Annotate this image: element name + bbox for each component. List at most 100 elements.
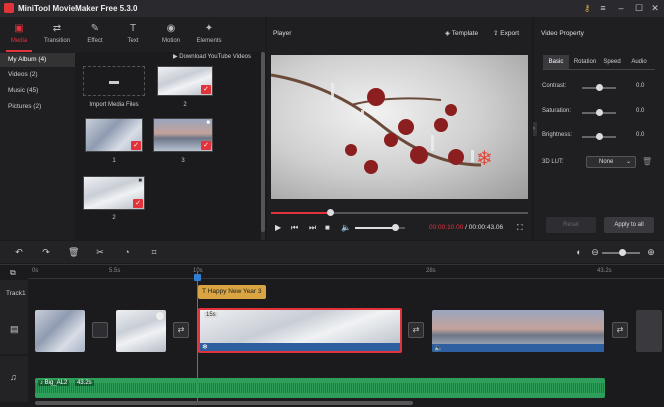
transition-slot[interactable]	[92, 322, 108, 338]
contrast-slider[interactable]	[582, 84, 616, 91]
sidebar-item-music[interactable]: Music (45)	[0, 84, 75, 98]
zoom-out-icon[interactable]: ⊖	[590, 247, 600, 257]
video-clip[interactable]	[35, 310, 85, 352]
playhead-handle[interactable]	[194, 274, 201, 281]
tab-media[interactable]: ▣ Media	[0, 17, 38, 52]
export-button[interactable]: ⇪ Export	[493, 29, 519, 37]
close-button[interactable]: ✕	[648, 2, 662, 15]
video-clip[interactable]: 🔈	[432, 310, 604, 352]
tab-elements[interactable]: ✦ Elements	[190, 17, 228, 52]
redo-icon[interactable]: ↷	[41, 247, 51, 257]
fullscreen-icon[interactable]: ⛶	[517, 223, 523, 233]
template-button[interactable]: ◈ Template	[445, 29, 478, 37]
zoom-in-icon[interactable]: ⊕	[646, 247, 656, 257]
transition-icon[interactable]: ⇄	[408, 322, 424, 338]
video-clip[interactable]	[116, 310, 166, 352]
trash-icon[interactable]: 🗑	[642, 157, 652, 166]
audio-waveform	[35, 383, 605, 393]
saturation-value: 0.0	[636, 108, 645, 114]
lut-select[interactable]: None ⌄	[586, 156, 636, 168]
timeline-ruler[interactable]	[28, 265, 664, 279]
zoom-handle[interactable]	[619, 249, 626, 256]
import-media-button[interactable]: ▬	[83, 66, 145, 96]
lut-label: 3D LUT:	[542, 159, 564, 165]
elements-icon: ✦	[204, 23, 214, 34]
volume-icon[interactable]: 🔈	[341, 223, 351, 232]
media-library: ▶ Download YouTube Videos ▬ Import Media…	[75, 52, 265, 240]
media-thumbnail[interactable]: ✓	[157, 66, 213, 96]
playback-progress-bar[interactable]	[271, 209, 528, 216]
stop-button[interactable]: ■	[325, 223, 330, 232]
brightness-handle[interactable]	[596, 133, 603, 140]
split-icon[interactable]: ✂	[95, 247, 105, 257]
saturation-slider[interactable]	[582, 109, 616, 116]
audio-waveform-icon[interactable]: ◐	[574, 247, 584, 257]
scrollbar-thumb[interactable]	[261, 52, 265, 232]
template-label: Template	[451, 30, 479, 37]
undo-icon[interactable]: ↶	[14, 247, 24, 257]
media-item-label: 2	[183, 102, 187, 108]
tab-text[interactable]: T Text	[114, 17, 152, 52]
download-youtube-button[interactable]: ▶ Download YouTube Videos	[173, 53, 251, 60]
contrast-handle[interactable]	[596, 84, 603, 91]
media-scrollbar[interactable]	[261, 52, 265, 240]
play-button[interactable]: ▶	[275, 223, 281, 232]
delete-icon[interactable]: 🗑	[68, 247, 79, 257]
video-track-header: ▤	[0, 308, 28, 354]
media-sidebar: My Album (4) Videos (2) Music (45) Pictu…	[0, 52, 75, 240]
tab-speed[interactable]: Speed	[600, 55, 624, 69]
minimize-button[interactable]: –	[614, 2, 628, 15]
tab-rotation[interactable]: Rotation	[571, 55, 599, 69]
progress-handle[interactable]	[327, 209, 335, 216]
contrast-value: 0.0	[636, 83, 645, 89]
saturation-label: Saturation:	[542, 108, 572, 114]
video-clip-selected[interactable]: 15s ❄	[198, 308, 402, 353]
media-thumbnail[interactable]: ■ ✓	[83, 176, 145, 210]
clip-audio-strip	[200, 343, 400, 351]
key-icon[interactable]: ⚷	[580, 2, 594, 15]
volume-icon: 🔈	[434, 345, 443, 352]
volume-handle[interactable]	[392, 224, 399, 231]
media-thumbnail[interactable]: ■ ✓	[153, 118, 213, 152]
media-thumbnail[interactable]: ✓	[85, 118, 143, 152]
brightness-slider[interactable]	[582, 133, 616, 140]
sidebar-item-videos[interactable]: Videos (2)	[0, 68, 75, 82]
playhead[interactable]	[197, 272, 198, 402]
sidebar-item-my-album[interactable]: My Album (4)	[0, 53, 75, 67]
app-title: MiniTool MovieMaker Free 5.3.0	[18, 4, 138, 13]
speed-icon[interactable]: ◔	[122, 247, 132, 257]
ruler-tick: 43.2s	[597, 268, 612, 274]
tab-audio[interactable]: Audio	[626, 55, 652, 69]
transition-icon[interactable]: ⇄	[173, 322, 189, 338]
sidebar-item-pictures[interactable]: Pictures (2)	[0, 100, 75, 114]
zoom-slider[interactable]	[602, 249, 640, 256]
tab-effect[interactable]: ✎ Effect	[76, 17, 114, 52]
saturation-handle[interactable]	[596, 109, 603, 116]
video-preview[interactable]: ❄	[271, 55, 528, 199]
add-clip-slot[interactable]	[636, 310, 662, 352]
next-frame-button[interactable]: ⏭	[309, 223, 316, 233]
tab-basic[interactable]: Basic	[543, 55, 569, 69]
tab-motion[interactable]: ◉ Motion	[152, 17, 190, 52]
maximize-button[interactable]: ☐	[632, 2, 646, 15]
export-label: Export	[500, 30, 520, 37]
text-clip[interactable]: T Happy New Year 3	[198, 285, 266, 299]
previous-frame-button[interactable]: ⏮	[291, 223, 298, 233]
text-clip-label: Happy New Year 3	[207, 288, 262, 295]
audio-clip[interactable]: ♪ Big_AL2 43.2s	[35, 378, 605, 398]
tab-transition[interactable]: ⇄ Transition	[38, 17, 76, 52]
add-track-icon[interactable]: ⧉	[10, 268, 16, 278]
transition-icon[interactable]: ⇄	[612, 322, 628, 338]
reset-button[interactable]: Reset	[546, 217, 596, 233]
timeline-scrollbar[interactable]	[35, 401, 413, 405]
media-icon: ▣	[14, 23, 24, 34]
apply-to-all-button[interactable]: Apply to all	[604, 217, 654, 233]
player-title: Player	[273, 30, 292, 37]
collapse-arrow-icon[interactable]: ›	[533, 122, 537, 136]
crop-icon[interactable]: ⌗	[149, 247, 159, 257]
menu-icon[interactable]: ≡	[596, 2, 610, 15]
volume-slider[interactable]	[355, 224, 405, 231]
effect-icon: ✎	[90, 23, 100, 34]
audio-clip-label: ♪ Big_AL2	[38, 380, 70, 386]
preview-image: ❄	[271, 73, 493, 174]
